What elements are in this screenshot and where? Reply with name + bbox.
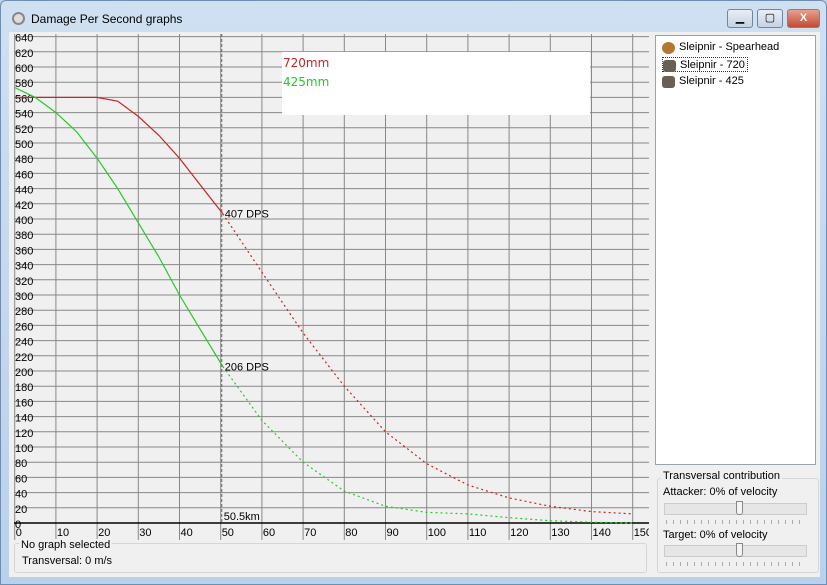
x-tick-label: 130	[551, 527, 569, 539]
y-tick-label: 180	[15, 382, 33, 394]
y-tick-label: 460	[15, 169, 33, 181]
legend-entry-425mm: 425mm	[283, 75, 329, 89]
y-tick-label: 200	[15, 367, 33, 379]
x-tick-label: 20	[98, 527, 110, 539]
cursor-value-label: 407 DPS	[225, 209, 269, 221]
y-tick-label: 320	[15, 276, 33, 288]
app-icon	[12, 12, 25, 25]
y-tick-label: 340	[15, 261, 33, 273]
y-tick-label: 400	[15, 215, 33, 227]
target-label: Target: 0% of velocity	[663, 529, 768, 541]
y-tick-label: 40	[15, 489, 27, 501]
client-area: 0 20 40 60 80 100 120 140 160 180 200 220 240 260 280 3…	[9, 32, 820, 577]
x-tick-label: 100	[428, 527, 446, 539]
close-button[interactable]: X	[787, 9, 820, 28]
x-tick-label: 60	[263, 527, 275, 539]
y-tick-label: 220	[15, 352, 33, 364]
ship-list-item[interactable]: Sleipnir - 425	[662, 74, 746, 89]
x-tick-label: 40	[181, 527, 193, 539]
slider-thumb[interactable]	[736, 501, 743, 515]
x-tick-label: 50	[222, 527, 234, 539]
window-title: Damage Per Second graphs	[31, 12, 183, 26]
x-tick-label: 10	[57, 527, 69, 539]
y-tick-label: 620	[15, 48, 33, 60]
dps-chart[interactable]: 0 20 40 60 80 100 120 140 160 180 200 220 240 260 280 3…	[9, 32, 649, 542]
ship-list-item-selected[interactable]: Sleipnir - 720	[662, 57, 748, 72]
y-tick-label: 420	[15, 200, 33, 212]
ship-label: Sleipnir - 425	[679, 75, 744, 87]
y-tick-label: 260	[15, 321, 33, 333]
ship-label: Sleipnir - Spearhead	[679, 41, 780, 53]
slider-ticks	[666, 562, 806, 566]
y-tick-label: 500	[15, 139, 33, 151]
slider-ticks	[666, 520, 806, 524]
attacker-velocity-slider[interactable]	[664, 501, 807, 515]
slider-thumb[interactable]	[736, 543, 743, 557]
y-tick-label: 300	[15, 291, 33, 303]
target-velocity-slider[interactable]	[664, 543, 807, 557]
y-tick-label: 120	[15, 428, 33, 440]
y-tick-label: 480	[15, 154, 33, 166]
y-tick-label: 520	[15, 124, 33, 136]
y-tick-label: 80	[15, 458, 27, 470]
status-selection: No graph selected	[19, 539, 113, 551]
x-tick-label: 30	[139, 527, 151, 539]
maximize-button[interactable]: ▢	[757, 9, 783, 28]
x-tick-label: 120	[510, 527, 528, 539]
y-tick-label: 640	[15, 33, 33, 45]
ship-label: Sleipnir - 720	[680, 59, 745, 71]
y-tick-label: 240	[15, 337, 33, 349]
ship-list-item[interactable]: Sleipnir - Spearhead	[662, 40, 781, 55]
minimize-button[interactable]: ▁	[727, 9, 753, 28]
x-tick-label: 150	[634, 527, 649, 539]
x-tick-label: 90	[387, 527, 399, 539]
y-tick-label: 380	[15, 230, 33, 242]
y-tick-label: 20	[15, 504, 27, 516]
y-tick-label: 280	[15, 306, 33, 318]
x-tick-label: 80	[345, 527, 357, 539]
y-tick-label: 540	[15, 109, 33, 121]
ship-icon	[662, 76, 675, 88]
status-transversal: Transversal: 0 m/s	[22, 555, 113, 567]
x-tick-label: 70	[304, 527, 316, 539]
x-tick-label: 110	[469, 527, 487, 539]
transversal-group-label: Transversal contribution	[661, 470, 782, 482]
cursor-distance-label: 50.5km	[224, 511, 260, 523]
attacker-label: Attacker: 0% of velocity	[663, 486, 778, 498]
y-tick-label: 440	[15, 185, 33, 197]
cursor-value-label: 206 DPS	[225, 361, 269, 373]
y-tick-label: 60	[15, 473, 27, 485]
dps-graph-window: Damage Per Second graphs ▁ ▢ X 0 20 40 60 80…	[0, 0, 827, 585]
y-tick-label: 600	[15, 63, 33, 75]
y-tick-label: 140	[15, 413, 33, 425]
y-tick-label: 360	[15, 245, 33, 257]
legend-entry-720mm: 720mm	[283, 56, 329, 70]
x-tick-label: 140	[593, 527, 611, 539]
x-tick-label: 0	[16, 527, 22, 539]
ship-icon	[663, 60, 676, 72]
y-tick-label: 100	[15, 443, 33, 455]
ship-list[interactable]: Sleipnir - Spearhead Sleipnir - 720 Slei…	[655, 35, 816, 465]
y-tick-label: 160	[15, 397, 33, 409]
spearhead-icon	[662, 42, 675, 54]
